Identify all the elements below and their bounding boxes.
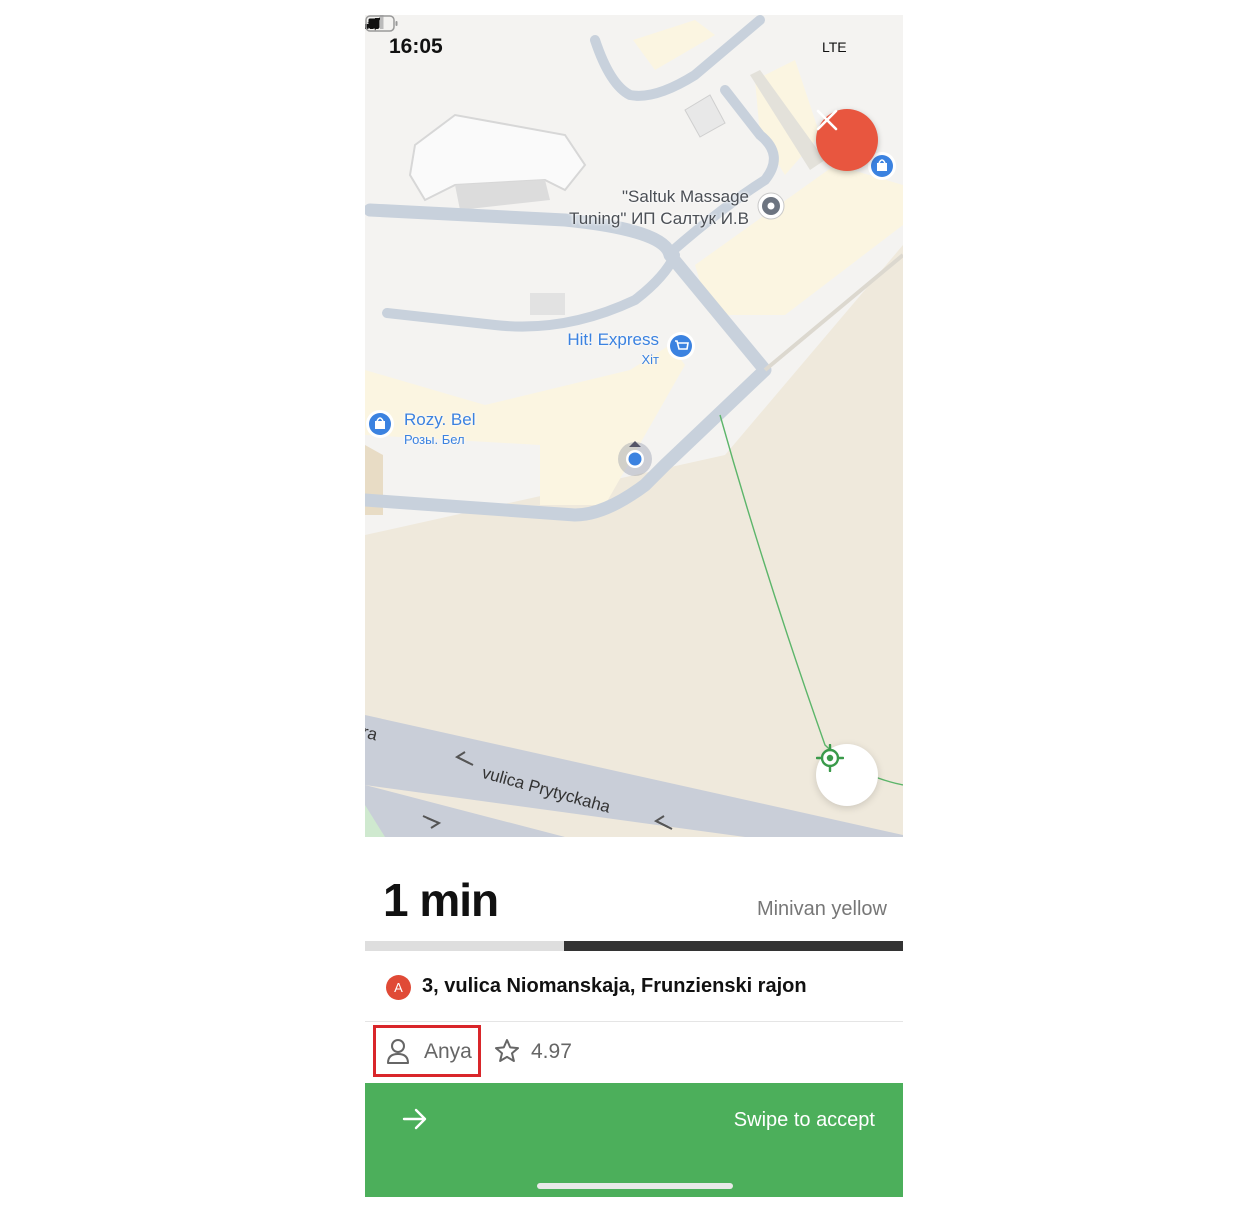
pickup-badge: A [386, 975, 411, 1000]
eta-text: 1 min [383, 874, 499, 926]
poi-rozy-bel-label[interactable]: Rozy. Bel [404, 410, 476, 430]
battery-icon [365, 15, 398, 32]
poi-saltuk-label-line1: "Saltuk Massage [622, 187, 749, 206]
status-time: 16:05 [389, 35, 443, 58]
status-bar: 16:05 LTE [365, 15, 903, 75]
ride-request-sheet: 1 min Minivan yellow A 3, vulica Niomans… [365, 837, 903, 1197]
poi-saltuk-label-line2: Tuning" ИП Салтук И.В [568, 209, 749, 228]
vehicle-type: Minivan yellow [756, 898, 887, 920]
swipe-to-accept-label: Swipe to accept [733, 1109, 875, 1131]
rider-rating: 4.97 [531, 1040, 572, 1063]
poi-hit-express-subtitle: Хіт [641, 352, 659, 367]
close-button[interactable] [816, 109, 878, 171]
star-icon [495, 1039, 519, 1062]
arrow-right-icon[interactable] [401, 1105, 429, 1133]
countdown-progress-fill [564, 941, 903, 951]
person-icon [387, 1039, 409, 1064]
locate-crosshair-icon [816, 744, 844, 772]
pickup-address: 3, vulica Niomanskaja, Frunzienski rajon [422, 975, 807, 997]
status-network: LTE [822, 39, 847, 55]
poi-hit-express-label[interactable]: Hit! Express [547, 330, 659, 350]
home-indicator[interactable] [537, 1183, 733, 1189]
map-view[interactable]: "Saltuk Massage Tuning" ИП Салтук И.В Hi… [365, 15, 903, 837]
phone-screen: "Saltuk Massage Tuning" ИП Салтук И.В Hi… [365, 15, 903, 1197]
rider-info-row: Anya 4.97 [365, 1022, 903, 1084]
rider-name: Anya [424, 1040, 472, 1063]
swipe-to-accept-slider[interactable]: Swipe to accept [365, 1083, 903, 1197]
pickup-address-row: A 3, vulica Niomanskaja, Frunzienski raj… [365, 951, 903, 1022]
close-icon [816, 109, 838, 131]
locate-me-button[interactable] [816, 744, 878, 806]
poi-rozy-bel-subtitle: Розы. Бел [404, 432, 465, 447]
